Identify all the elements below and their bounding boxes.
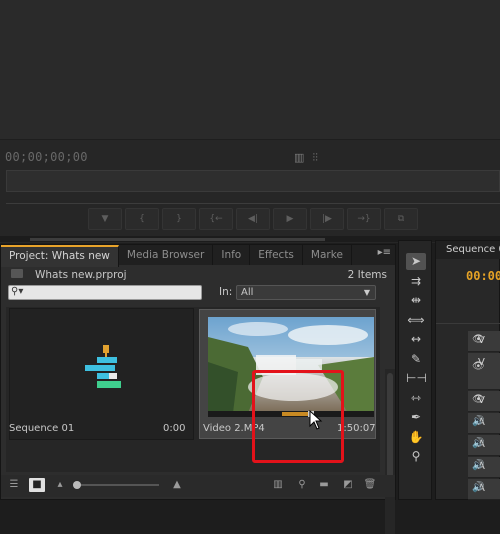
selection-tool-icon[interactable]: ➤	[406, 253, 426, 270]
folder-icon	[11, 269, 23, 278]
divider	[436, 323, 500, 324]
automate-icon[interactable]: ▥	[271, 478, 285, 492]
tab-markers[interactable]: Marke	[303, 245, 352, 265]
highlight-box	[252, 370, 344, 463]
panel-menu-icon[interactable]: ▸≡	[378, 247, 391, 258]
tab-effects[interactable]: Effects	[250, 245, 303, 265]
play-button[interactable]: ▶	[273, 208, 307, 230]
razor-tool-icon[interactable]: ✎	[406, 351, 426, 368]
insert-button[interactable]: ⧉	[384, 208, 418, 230]
monitor-video-area	[0, 0, 500, 140]
go-to-out-button[interactable]: →}	[347, 208, 381, 230]
icon-view-icon[interactable]: ■	[29, 478, 45, 492]
speaker-icon[interactable]: 🔊	[472, 416, 484, 427]
speaker-icon[interactable]: 🔊	[472, 460, 484, 471]
tab-project[interactable]: Project: Whats new	[1, 245, 119, 267]
mouse-cursor-icon	[309, 410, 323, 430]
sequence-icon	[85, 345, 121, 388]
zoom-out-icon[interactable]: ▴	[55, 478, 65, 492]
rolling-edit-tool-icon[interactable]: ⟺	[406, 312, 426, 329]
sequence-tile[interactable]	[9, 308, 194, 440]
in-label: In:	[219, 286, 233, 298]
tab-sequence[interactable]: Sequence 0	[436, 241, 500, 259]
pen-tool-icon[interactable]: ✒	[406, 409, 426, 426]
mark-in-button[interactable]: {	[125, 208, 159, 230]
items-count: 2 Items	[347, 269, 387, 281]
mark-out-button[interactable]: }	[162, 208, 196, 230]
speaker-icon[interactable]: 🔊	[472, 482, 484, 493]
zoom-slider[interactable]	[73, 478, 159, 492]
tab-info[interactable]: Info	[213, 245, 251, 265]
step-back-button[interactable]: ◀|	[236, 208, 270, 230]
chevron-down-icon: ▼	[363, 288, 370, 297]
monitor-icons: ▥ ⫶⫶	[294, 151, 326, 165]
track-select-tool-icon[interactable]: ⇉	[406, 273, 426, 290]
sequence-name: Sequence 01	[9, 423, 75, 434]
eye-icon[interactable]: 👁	[472, 334, 485, 345]
new-bin-icon[interactable]: ▬	[317, 478, 331, 492]
go-to-in-button[interactable]: {←	[199, 208, 233, 230]
tools-panel: ➤ ⇉ ⇹ ⟺ ↔ ✎ ⊢⊣ ⇿ ✒ ✋ ⚲	[398, 240, 432, 500]
zoom-in-icon[interactable]: ▲	[169, 478, 185, 492]
transport-controls: ▼ { } {← ◀| ▶ |▶ →} ⧉	[88, 208, 421, 230]
audio-wave-icon[interactable]: ⫶⫶	[312, 151, 318, 164]
hand-tool-icon[interactable]: ✋	[406, 429, 426, 446]
list-view-icon[interactable]: ☰	[7, 478, 21, 492]
search-input[interactable]: ⚲▾	[8, 285, 202, 300]
step-forward-button[interactable]: |▶	[310, 208, 344, 230]
zoom-tool-icon[interactable]: ⚲	[406, 448, 426, 465]
project-toolbar: ☰ ■ ▴ ▲ ▥ ⚲ ▬ ◩ 🗑	[1, 475, 395, 497]
divider	[6, 203, 500, 204]
add-marker-button[interactable]: ▼	[88, 208, 122, 230]
new-item-icon[interactable]: ◩	[341, 478, 355, 492]
rate-stretch-tool-icon[interactable]: ↔	[406, 331, 426, 348]
project-file-name: Whats new.prproj	[35, 269, 127, 281]
in-select[interactable]: All ▼	[236, 285, 376, 300]
find-icon[interactable]: ⚲	[295, 478, 309, 492]
speaker-icon[interactable]: 🔊	[472, 438, 484, 449]
slip-tool-icon[interactable]: ⊢⊣	[406, 370, 427, 387]
search-icon[interactable]: ⚲▾	[11, 286, 23, 297]
eye-icon[interactable]: 👁	[472, 361, 485, 372]
clip-icon[interactable]: ▥	[294, 151, 304, 164]
scrollbar[interactable]	[385, 369, 395, 534]
sequence-duration: 0:00	[163, 423, 186, 434]
ripple-edit-tool-icon[interactable]: ⇹	[406, 292, 426, 309]
in-select-value: All	[241, 287, 254, 298]
timeline-timecode[interactable]: 00:00	[466, 269, 500, 283]
project-tabs: Project: Whats new Media Browser Info Ef…	[1, 245, 395, 267]
monitor-scrub-bar[interactable]	[6, 170, 500, 192]
monitor-timecode[interactable]: 00;00;00;00	[5, 150, 88, 164]
eye-icon[interactable]: 👁	[472, 394, 485, 405]
slide-tool-icon[interactable]: ⇿	[406, 390, 426, 407]
tab-media-browser[interactable]: Media Browser	[119, 245, 214, 265]
timeline-panel: Sequence 0 00:00 V V V A A A A 👁 👁 👁 🔊 🔊…	[435, 240, 500, 500]
clear-icon[interactable]: 🗑	[363, 478, 377, 492]
